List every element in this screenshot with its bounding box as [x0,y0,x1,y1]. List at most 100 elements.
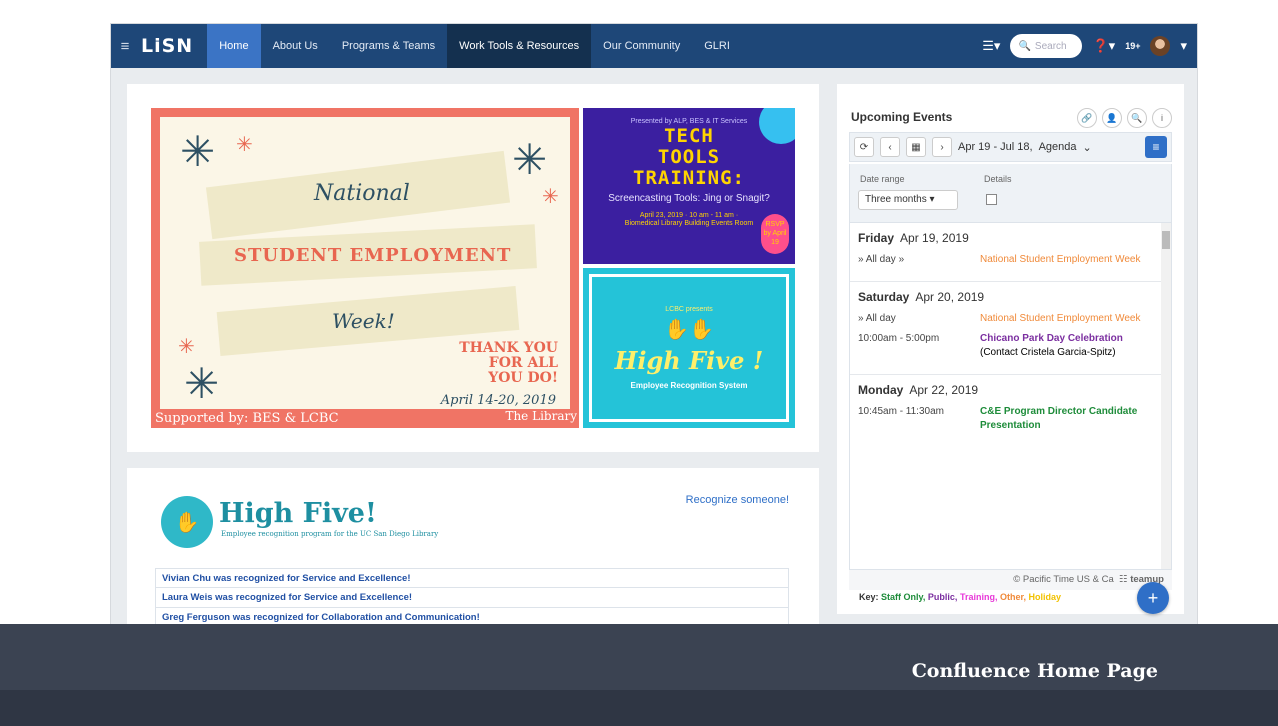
key-other: Other, [1000,592,1027,602]
info-icon[interactable]: i [1152,108,1172,128]
hero-panel: ✳ ✳ ✳ ✳ ✳ ✳ National STUDENT EMPLOYMENT … [127,84,819,452]
next-button[interactable]: › [932,137,952,157]
recognize-someone-link[interactable]: Recognize someone! [686,494,789,506]
nsew-banner-inner: ✳ ✳ ✳ ✳ ✳ ✳ National STUDENT EMPLOYMENT … [160,117,570,419]
thanks-line: THANK YOU [459,340,558,356]
nsew-banner[interactable]: ✳ ✳ ✳ ✳ ✳ ✳ National STUDENT EMPLOYMENT … [151,108,579,428]
list-menu-icon[interactable]: ☰▾ [982,38,1000,54]
day-header: Saturday Apr 20, 2019 [858,290,1171,304]
events-key: Key: Staff Only, Public, Training, Other… [859,592,1061,602]
slide-footer-band [0,690,1278,726]
event-time: 10:45am - 11:30am [858,406,944,417]
menu-button[interactable]: ≡ [1145,136,1167,158]
high-five-subtitle: Employee recognition program for the UC … [221,530,439,538]
hf-title: High Five ! [614,346,764,375]
scrollbar-thumb[interactable] [1162,231,1170,249]
key-item-label: Holiday [1028,592,1062,602]
nav-tab-work-tools[interactable]: Work Tools & Resources [447,24,592,68]
day-header: Monday Apr 22, 2019 [858,383,1171,397]
day-header: Friday Apr 19, 2019 [858,231,1171,245]
hf-presents: LCBC presents [665,306,713,313]
thanks-line: YOU DO! [488,370,558,386]
key-staff-only: Staff Only, [881,592,926,602]
nav-tab-programs-teams[interactable]: Programs & Teams [330,24,447,68]
key-item-label: Other [1000,592,1024,602]
sparkle-icon: ✳ [184,360,220,407]
top-navbar: ≡ LiSN Home About Us Programs & Teams Wo… [111,24,1197,68]
sparkle-icon: ✳ [512,136,548,183]
event-title[interactable]: National Student Employment Week [980,253,1150,267]
event-title[interactable]: C&E Program Director Candidate Presentat… [980,405,1150,433]
nav-tab-home[interactable]: Home [207,24,261,68]
chevron-down-icon[interactable]: ▾ [1180,38,1187,54]
nav-tab-glri[interactable]: GLRI [692,24,742,68]
event-title[interactable]: Chicano Park Day Celebration [980,333,1123,344]
event-title-wrap: Chicano Park Day Celebration (Contact Cr… [980,332,1150,360]
details-checkbox[interactable] [986,194,997,205]
sparkle-icon: ✳ [178,336,195,358]
help-icon[interactable]: ❓▾ [1092,38,1115,54]
date-range-text: Apr 19 - Jul 18, [958,141,1033,153]
sparkle-icon: ✳ [542,186,559,208]
user-avatar[interactable] [1150,36,1171,56]
key-item-label: Staff Only [881,592,923,602]
event-time: 10:00am - 5:00pm [858,333,940,344]
agenda-event[interactable]: » All day National Student Employment We… [858,312,1171,326]
nav-tab-about-us[interactable]: About Us [261,24,330,68]
events-tools: 🔗 👤 🔍 i [1077,108,1172,128]
list-item[interactable]: Vivian Chu was recognized for Service an… [155,568,789,588]
list-item[interactable]: Laura Weis was recognized for Service an… [155,588,789,608]
calendar-icon[interactable]: ▦ [906,137,926,157]
hands-icon: ✋✋ [664,319,714,341]
slide-title: Confluence Home Page [911,660,1158,682]
sparkle-icon: ✳ [180,128,216,175]
agenda-day: Monday Apr 22, 2019 10:45am - 11:30am C&… [850,375,1171,447]
add-event-button[interactable]: + [1137,582,1169,614]
key-training: Training, [959,592,998,602]
sparkle-icon: ✳ [236,134,253,156]
event-title[interactable]: National Student Employment Week [980,312,1150,326]
prev-button[interactable]: ‹ [880,137,900,157]
key-item-label: Training [959,592,995,602]
agenda-event[interactable]: » All day » National Student Employment … [858,253,1171,267]
key-label: Key: [859,592,879,602]
ttt-title-3: TRAINING: [633,167,745,189]
navbar-right-tools: ☰▾ 🔍 Search ❓▾ 19+ ▾ [982,34,1197,58]
nav-tab-our-community[interactable]: Our Community [591,24,692,68]
day-name: Friday [858,231,895,245]
key-item-label: Public [927,592,955,602]
tech-tools-banner[interactable]: Presented by ALP, BES & IT Services TECH… [583,108,795,264]
refresh-icon[interactable]: ⟳ [854,137,874,157]
search-input[interactable]: 🔍 Search [1010,34,1083,58]
date-range-value: Three months [865,194,927,205]
ttt-title-2: TOOLS [657,146,721,168]
day-date: Apr 20, 2019 [915,290,985,304]
slide: ≡ LiSN Home About Us Programs & Teams Wo… [0,0,1278,726]
date-range-label: Date range [860,174,905,184]
search-icon[interactable]: 🔍 [1127,108,1147,128]
high-five-banner[interactable]: LCBC presents ✋✋ High Five ! Employee Re… [583,268,795,428]
agenda-event[interactable]: 10:00am - 5:00pm Chicano Park Day Celebr… [858,332,1171,360]
hamburger-menu-icon[interactable]: ≡ [111,38,139,55]
events-title: Upcoming Events [851,110,953,124]
day-date: Apr 19, 2019 [900,231,969,245]
event-time: » All day » [858,254,905,265]
day-date: Apr 22, 2019 [909,383,979,397]
day-name: Saturday [858,290,910,304]
ttt-subtitle: Screencasting Tools: Jing or Snagit? [608,193,770,204]
agenda-event[interactable]: 10:45am - 11:30am C&E Program Director C… [858,405,1171,433]
link-icon[interactable]: 🔗 [1077,108,1097,128]
timezone-text[interactable]: © Pacific Time US & Ca [1013,574,1113,585]
nsew-dates: April 14-20, 2019 [440,393,556,408]
hf-subtitle: Employee Recognition System [630,381,748,390]
site-logo[interactable]: LiSN [141,35,193,57]
events-footer: © Pacific Time US & Ca ☷ teamup [849,570,1172,590]
view-select[interactable]: Agenda [1039,141,1077,153]
teamup-icon: ☷ [1119,574,1128,585]
date-range-select[interactable]: Three months ▾ [858,190,958,210]
nsew-line-1: National [314,181,410,206]
user-icon[interactable]: 👤 [1102,108,1122,128]
event-time: » All day [858,313,896,324]
notification-badge[interactable]: 19+ [1125,41,1140,51]
scrollbar[interactable] [1161,223,1171,569]
